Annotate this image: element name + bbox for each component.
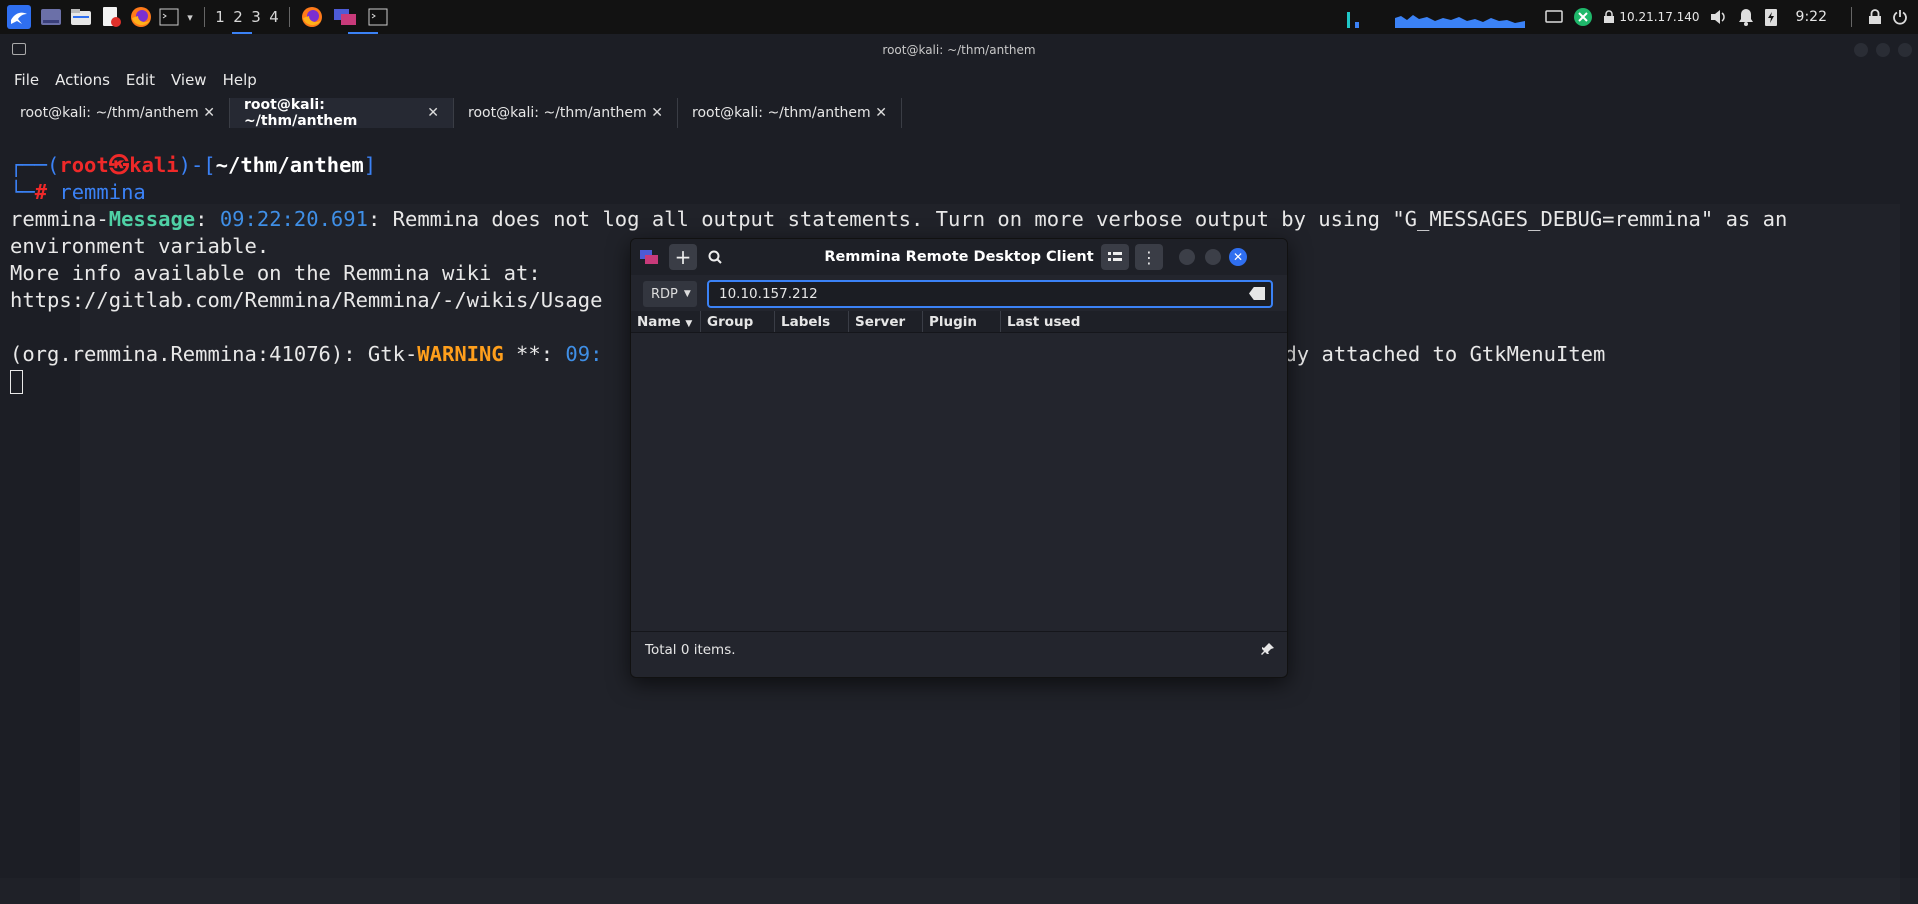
workspace-2[interactable]: 2 [229,8,247,26]
terminal-tab-2[interactable]: root@kali: ~/thm/anthem ✕ [230,97,454,129]
power-icon[interactable] [1892,9,1908,25]
terminal-icon[interactable] [156,0,182,34]
close-tab-icon[interactable]: ✕ [875,105,887,121]
close-button[interactable] [1898,43,1912,57]
workspace-4[interactable]: 4 [265,8,283,26]
workspace-1[interactable]: 1 [211,8,229,26]
address-value: 10.10.157.212 [719,286,818,302]
terminal-window-icon [12,43,26,55]
volume-icon[interactable] [1710,9,1728,25]
close-tab-icon[interactable]: ✕ [651,105,663,121]
tab-label: root@kali: ~/thm/anthem [244,97,358,129]
close-tab-icon[interactable]: ✕ [427,105,439,121]
column-plugin[interactable]: Plugin [923,311,1001,332]
column-last-used[interactable]: Last used [1001,311,1287,332]
protocol-select[interactable]: RDP ▼ [643,281,697,307]
minimize-button[interactable] [1854,43,1868,57]
panel-separator [204,7,205,27]
tab-label: root@kali: ~/thm/anthem [692,105,871,121]
prompt-line-2: └─# remmina [10,180,146,204]
close-tab-icon[interactable]: ✕ [203,105,215,121]
close-button[interactable]: ✕ [1229,248,1247,266]
main-menu-button[interactable]: ⋮ [1135,244,1163,270]
firefox-icon[interactable] [126,0,156,34]
remmina-headerbar: + Remmina Remote Desktop Client ⋮ ✕ [631,239,1287,275]
display-icon[interactable] [1545,10,1564,24]
terminal-titlebar: root@kali: ~/thm/anthem [0,34,1918,66]
column-labels[interactable]: Labels [775,311,849,332]
lock-network-icon [1604,10,1615,23]
tab-label: root@kali: ~/thm/anthem [468,105,647,121]
clear-input-icon[interactable] [1249,287,1265,300]
terminal-cursor [10,370,23,394]
remmina-task-icon[interactable] [328,0,362,34]
terminal-task-icon[interactable] [362,0,394,34]
chevron-down-icon: ▼ [683,289,691,299]
menu-edit[interactable]: Edit [126,71,155,89]
file-manager-icon[interactable] [66,0,96,34]
ip-address: 10.21.17.140 [1619,10,1700,24]
lock-screen-icon[interactable] [1868,9,1882,25]
menu-actions[interactable]: Actions [55,71,110,89]
workspace-3[interactable]: 3 [247,8,265,26]
menu-help[interactable]: Help [223,71,257,89]
column-server[interactable]: Server [849,311,923,332]
maximize-button[interactable] [1876,43,1890,57]
menu-view[interactable]: View [171,71,207,89]
network-status[interactable]: 10.21.17.140 [1603,10,1700,24]
cpu-graph-icon [1347,12,1526,28]
column-name[interactable]: Name ▼ [631,311,701,332]
connection-list[interactable] [631,333,1287,631]
top-panel: ▾ 1 2 3 4 10.21.17.140 9:22 [0,0,1918,34]
terminal-tabs: root@kali: ~/thm/anthem ✕ root@kali: ~/t… [0,94,1918,129]
terminal-window-title: root@kali: ~/thm/anthem [882,43,1036,57]
maximize-button[interactable] [1205,249,1221,265]
minimize-button[interactable] [1179,249,1195,265]
quick-connect-bar: RDP ▼ 10.10.157.212 [631,275,1287,311]
panel-separator [1851,7,1852,27]
firefox-task-icon[interactable] [296,0,328,34]
remmina-window: + Remmina Remote Desktop Client ⋮ ✕ RDP … [630,238,1288,678]
menu-file[interactable]: File [14,71,39,89]
remmina-statusbar: Total 0 items. [631,631,1287,667]
kali-menu-icon[interactable] [2,0,36,34]
terminal-tab-3[interactable]: root@kali: ~/thm/anthem ✕ [454,98,678,128]
battery-icon[interactable] [1764,7,1778,27]
tab-label: root@kali: ~/thm/anthem [20,105,199,121]
connection-list-header: Name ▼ Group Labels Server Plugin Last u… [631,311,1287,333]
panel-separator [289,7,290,27]
terminal-tab-4[interactable]: root@kali: ~/thm/anthem ✕ [678,98,902,128]
vpn-icon[interactable] [1573,7,1593,27]
column-group[interactable]: Group [701,311,775,332]
protocol-value: RDP [651,286,678,302]
terminal-tab-1[interactable]: root@kali: ~/thm/anthem ✕ [6,98,230,128]
notifications-icon[interactable] [1738,8,1754,26]
view-toggle-button[interactable] [1101,244,1129,270]
text-editor-icon[interactable] [96,0,126,34]
show-desktop-icon[interactable] [36,0,66,34]
address-input[interactable]: 10.10.157.212 [707,280,1273,308]
command-text: remmina [59,180,146,204]
prompt-line-1: ┌──(root㉿kali)-[~/thm/anthem] [10,153,377,177]
pin-icon[interactable] [1261,642,1275,656]
system-tray: 10.21.17.140 9:22 [1347,0,1918,34]
chevron-down-icon[interactable]: ▾ [182,0,198,34]
item-count: Total 0 items. [645,642,736,658]
message-line: remmina-Message: 09:22:20.691: Remmina d… [10,207,1788,231]
clock[interactable]: 9:22 [1796,9,1827,25]
terminal-menubar: File Actions Edit View Help [0,66,1918,94]
